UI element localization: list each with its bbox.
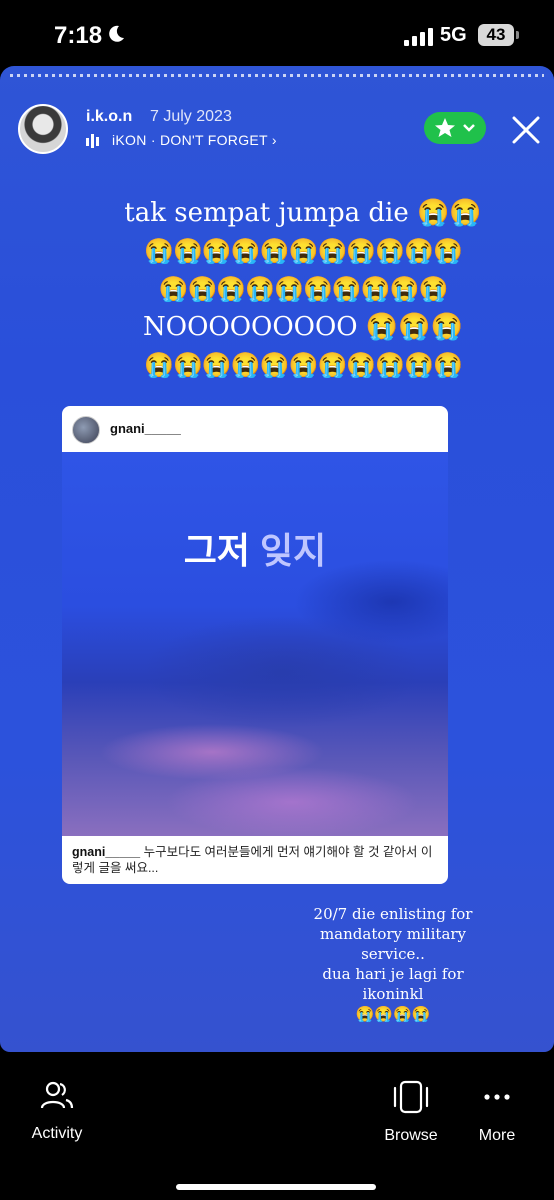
status-time: 7:18 bbox=[54, 22, 103, 49]
caption-line: NOOOOOOOOO 😭😭😭 bbox=[143, 312, 463, 342]
shared-post[interactable]: gnani_____ 그저 잊지 gnani_____ 누구보다도 여러분들에게… bbox=[62, 406, 448, 884]
bottom-caption-line: 20/7 die enlisting for bbox=[313, 905, 473, 923]
story-username[interactable]: i.k.o.n bbox=[86, 108, 132, 126]
people-icon bbox=[40, 1081, 74, 1109]
caption-line: 😭😭😭😭😭😭😭😭😭😭😭 bbox=[144, 351, 463, 379]
story-card[interactable]: i.k.o.n 7 July 2023 iKON · DON'T FORGET … bbox=[0, 66, 554, 1052]
browse-cards-icon bbox=[393, 1080, 429, 1114]
shared-post-title: 그저 잊지 bbox=[62, 522, 448, 574]
shared-post-username[interactable]: gnani_____ bbox=[110, 421, 181, 436]
network-label: 5G bbox=[440, 24, 467, 46]
shared-post-caption: gnani_____ 누구보다도 여러분들에게 먼저 얘기해야 할 것 같아서 … bbox=[72, 844, 438, 876]
browse-label: Browse bbox=[384, 1127, 438, 1144]
story-progress-bar bbox=[10, 74, 544, 77]
more-label: More bbox=[478, 1127, 516, 1144]
shared-post-caption-user: gnani_____ bbox=[72, 845, 141, 859]
music-track-label: iKON · DON'T FORGET bbox=[112, 132, 268, 148]
caption-line: 😭😭😭😭😭😭😭😭😭😭😭 bbox=[144, 237, 463, 265]
chevron-right-icon: › bbox=[271, 132, 277, 148]
bottom-caption-line: 😭😭😭😭 bbox=[355, 1005, 431, 1023]
star-icon bbox=[435, 118, 475, 137]
more-button[interactable]: More bbox=[470, 1080, 524, 1145]
activity-label: Activity bbox=[31, 1125, 83, 1142]
close-friends-badge[interactable] bbox=[424, 112, 486, 144]
story-date: 7 July 2023 bbox=[150, 108, 232, 125]
story-bottom-caption: 20/7 die enlisting for mandatory militar… bbox=[298, 904, 488, 1024]
caption-line: tak sempat jumpa die 😭😭 bbox=[124, 198, 482, 228]
home-indicator[interactable] bbox=[176, 1184, 376, 1190]
activity-button[interactable]: Activity bbox=[22, 1080, 92, 1143]
shared-post-title-part-b: 잊지 bbox=[260, 530, 327, 571]
music-track-link[interactable]: iKON · DON'T FORGET › bbox=[112, 132, 277, 148]
browse-button[interactable]: Browse bbox=[376, 1080, 446, 1145]
status-bar: 7:18 5G 43 bbox=[0, 0, 554, 66]
moon-icon bbox=[109, 25, 124, 42]
more-dots-icon bbox=[484, 1094, 510, 1100]
caption-line: 😭😭😭😭😭😭😭😭😭😭 bbox=[158, 275, 449, 303]
signal-icon bbox=[404, 28, 433, 46]
close-icon[interactable] bbox=[508, 112, 544, 148]
avatar[interactable] bbox=[18, 104, 68, 154]
shared-post-title-part-a: 그저 bbox=[183, 530, 250, 571]
shared-post-image: 그저 잊지 bbox=[62, 452, 448, 836]
shared-post-header: gnani_____ bbox=[62, 406, 448, 452]
story-caption: tak sempat jumpa die 😭😭 😭😭😭😭😭😭😭😭😭😭😭 😭😭😭😭… bbox=[108, 194, 498, 384]
bottom-nav: Activity Browse More bbox=[0, 1052, 554, 1200]
bottom-caption-line: dua hari je lagi for ikoninkl bbox=[322, 965, 464, 1003]
music-bars-icon bbox=[86, 134, 99, 148]
battery-icon: 43 bbox=[478, 24, 519, 46]
bottom-caption-line: mandatory military service.. bbox=[319, 925, 467, 963]
shared-post-avatar[interactable] bbox=[72, 416, 100, 444]
